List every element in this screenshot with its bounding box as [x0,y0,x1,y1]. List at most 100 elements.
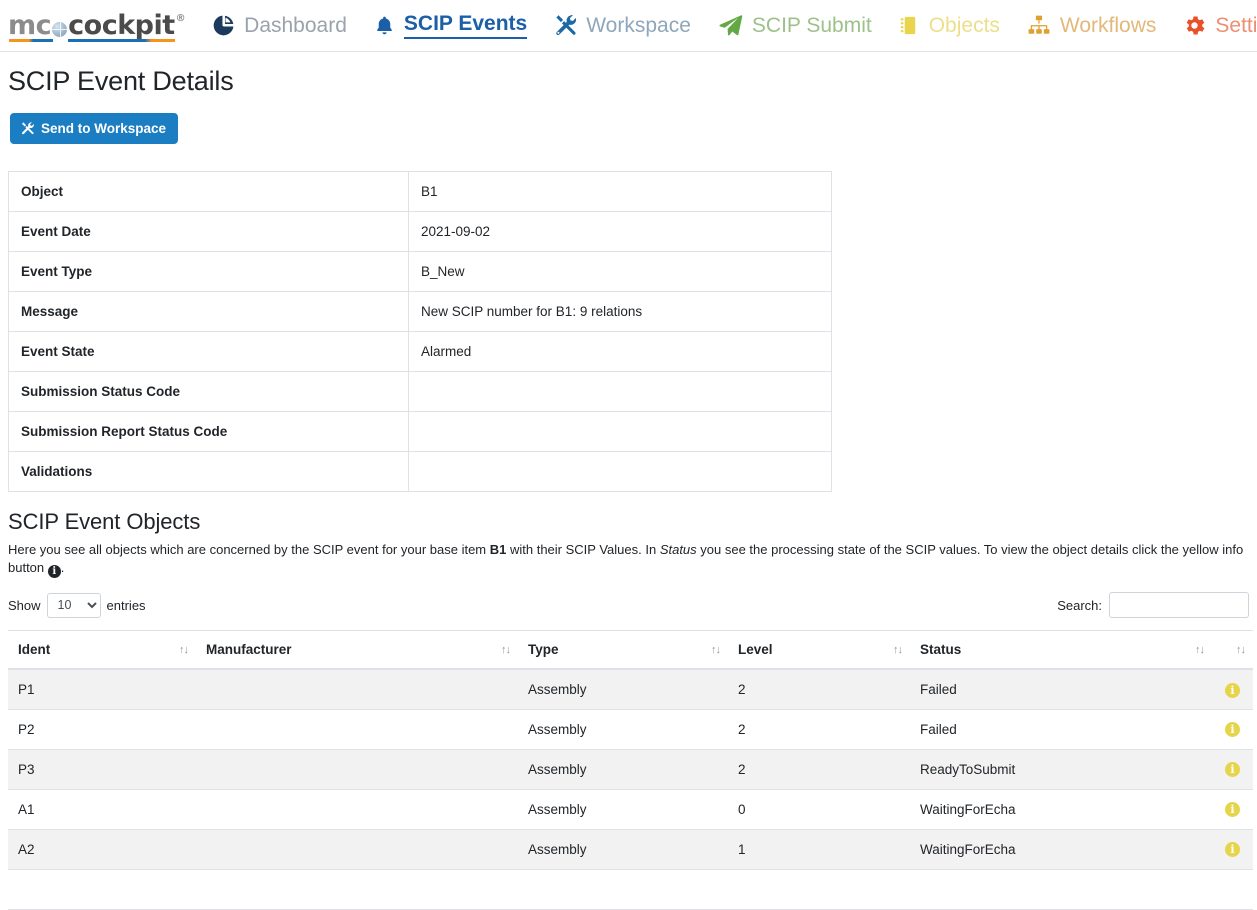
nav-item-scip-events[interactable]: SCIP Events [373,8,527,42]
desc-part-1: Here you see all objects which are conce… [8,542,490,557]
detail-key: Event Type [9,252,409,292]
detail-value [409,452,832,492]
column-label-status: Status [920,642,961,657]
detail-key: Event Date [9,212,409,252]
section-description: Here you see all objects which are conce… [8,541,1248,578]
column-label-type: Type [528,642,559,657]
cell-status: WaitingForEcha [910,789,1212,829]
table-row: Event Date 2021-09-02 [9,212,832,252]
event-details-table: Object B1 Event Date 2021-09-02 Event Ty… [8,171,832,492]
send-to-workspace-button[interactable]: Send to Workspace [10,113,178,144]
search-input[interactable] [1109,592,1249,618]
cell-ident: P1 [8,669,196,709]
cell-ident [8,869,196,909]
column-header-status[interactable]: Status ↑↓ [910,631,1212,670]
cell-ident: P3 [8,749,196,789]
table-row: Event Type B_New [9,252,832,292]
column-header-level[interactable]: Level ↑↓ [728,631,910,670]
cell-level: 1 [728,829,910,869]
send-to-workspace-label: Send to Workspace [41,122,166,136]
sitemap-icon [1026,13,1052,38]
nav-item-objects[interactable]: Objects [898,9,1000,42]
brand-logo-text: mc cockpit ® [8,12,185,39]
cell-info: i [1212,749,1253,789]
brand-logo[interactable]: mc cockpit ® [8,9,185,43]
column-header-manufacturer[interactable]: Manufacturer ↑↓ [196,631,518,670]
cell-type: Assembly [518,829,728,869]
cell-manufacturer [196,749,518,789]
sort-icon: ↑↓ [179,644,188,656]
info-button[interactable]: i [1225,842,1240,857]
table-row: Event State Alarmed [9,332,832,372]
info-button[interactable]: i [1225,683,1240,698]
cell-info: i [1212,829,1253,869]
sort-icon: ↑↓ [501,644,510,656]
nav-label-workflows: Workflows [1060,14,1156,37]
table-row[interactable]: P1 Assembly 2 Failed i [8,669,1253,709]
column-header-type[interactable]: Type ↑↓ [518,631,728,670]
detail-value: B_New [409,252,832,292]
cell-type: Assembly [518,789,728,829]
cell-ident: P2 [8,709,196,749]
column-header-info[interactable]: ↑↓ [1212,631,1253,670]
entries-length-control: Show 10 25 50 100 entries [8,593,146,618]
nav-item-dashboard[interactable]: Dashboard [211,9,347,42]
detail-key: Object [9,172,409,212]
tools-icon [553,13,578,38]
info-button[interactable]: i [1225,722,1240,737]
cell-ident: A1 [8,789,196,829]
nav-item-workflows[interactable]: Workflows [1026,9,1156,42]
nav-item-scip-submit[interactable]: SCIP Submit [717,9,872,42]
cell-type: Assembly [518,669,728,709]
show-label: Show [8,598,41,613]
globe-icon [52,22,67,37]
desc-part-4: . [61,560,65,575]
detail-value: New SCIP number for B1: 9 relations [409,292,832,332]
cell-level [728,869,910,909]
cell-info: i [1212,709,1253,749]
table-row[interactable]: A2 Assembly 1 WaitingForEcha i [8,829,1253,869]
info-icon-inline: i [48,565,61,578]
cell-status: Failed [910,669,1212,709]
table-row[interactable]: P2 Assembly 2 Failed i [8,709,1253,749]
table-row: Submission Status Code [9,372,832,412]
page-title: SCIP Event Details [8,66,1251,97]
detail-key: Validations [9,452,409,492]
registered-mark: ® [176,14,186,24]
table-row[interactable]: A1 Assembly 0 WaitingForEcha i [8,789,1253,829]
cell-info: i [1212,669,1253,709]
table-row[interactable] [8,869,1253,909]
detail-value [409,412,832,452]
brand-logo-cockpit: cockpit [68,12,175,39]
column-label-level: Level [738,642,773,657]
column-label-manufacturer: Manufacturer [206,642,292,657]
nav-item-settings[interactable]: Settings [1182,9,1257,42]
sort-icon: ↑↓ [711,644,720,656]
column-header-ident[interactable]: Ident ↑↓ [8,631,196,670]
cell-status: ReadyToSubmit [910,749,1212,789]
detail-key: Submission Report Status Code [9,412,409,452]
nav-item-workspace[interactable]: Workspace [553,9,691,42]
bell-icon [373,13,396,38]
cell-status: Failed [910,709,1212,749]
entries-label: entries [107,598,146,613]
section-title-scip-event-objects: SCIP Event Objects [8,509,1251,535]
table-row: Submission Report Status Code [9,412,832,452]
nav-label-dashboard: Dashboard [244,14,347,37]
detail-key: Message [9,292,409,332]
page-content: SCIP Event Details Send to Workspace Obj… [0,66,1257,910]
sort-icon: ↑↓ [893,644,902,656]
info-button[interactable]: i [1225,802,1240,817]
entries-select[interactable]: 10 25 50 100 [47,593,101,618]
info-button[interactable]: i [1225,762,1240,777]
table-row[interactable]: P3 Assembly 2 ReadyToSubmit i [8,749,1253,789]
cell-manufacturer [196,669,518,709]
cell-ident: A2 [8,829,196,869]
column-label-ident: Ident [18,642,50,657]
pie-chart-icon [211,13,236,38]
table-header-row: Ident ↑↓ Manufacturer ↑↓ Type ↑↓ Level ↑… [8,631,1253,670]
cell-level: 2 [728,749,910,789]
nav-label-scip-submit: SCIP Submit [752,14,872,37]
top-navigation-bar: mc cockpit ® Dashboard SCIP Events [0,0,1257,52]
desc-status-word: Status [660,542,697,557]
